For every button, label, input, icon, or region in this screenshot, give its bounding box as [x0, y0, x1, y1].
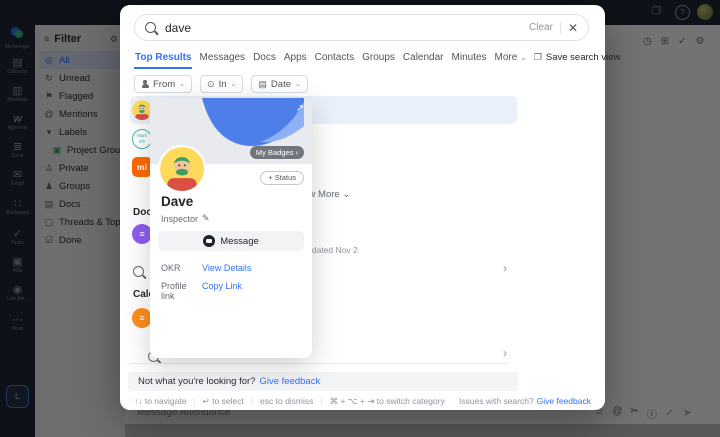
tab-top-results[interactable]: Top Results	[134, 52, 192, 69]
add-status-button[interactable]: + Status	[260, 171, 304, 185]
target-icon: ⊙	[207, 79, 215, 90]
from-filter-chip[interactable]: From ⌄	[134, 75, 192, 93]
search-icon	[145, 22, 156, 33]
tab-groups[interactable]: Groups	[361, 52, 396, 69]
calendar-icon: ▤	[258, 79, 267, 90]
chevron-right-icon[interactable]: ›	[503, 346, 507, 360]
search-input[interactable]	[163, 20, 522, 36]
hint-select: ↵ to select	[203, 396, 244, 407]
profile-job-title: Inspector ✎	[161, 213, 210, 224]
chevron-down-icon: ⌄	[520, 53, 527, 62]
app-icon-mi[interactable]: mi	[132, 157, 152, 177]
hint-switch-category: ⌘ + ⌥ + ⇥ to switch category	[330, 396, 445, 407]
edit-icon[interactable]: ✎	[202, 213, 210, 224]
divider	[130, 363, 508, 364]
app-screen: Messenger ▤ Calendar ▥ Meetings w Approv…	[0, 0, 720, 437]
tab-calendar[interactable]: Calendar	[402, 52, 445, 69]
view-details-link[interactable]: View Details	[202, 263, 251, 273]
keyboard-hints: ↑↓ to navigate | ↵ to select | esc to di…	[134, 394, 591, 408]
chevron-down-icon: ⌄	[231, 80, 237, 88]
profile-avatar[interactable]	[160, 147, 204, 191]
chat-bubble-icon	[203, 235, 215, 247]
save-icon: ❐	[534, 52, 542, 63]
see-more-docs-row[interactable]	[133, 266, 144, 277]
contact-avatar-dave[interactable]	[132, 100, 152, 120]
chevron-right-icon[interactable]: ›	[503, 261, 507, 275]
search-bar[interactable]: Clear ✕	[134, 14, 589, 41]
feedback-bar: Not what you're looking for? Give feedba…	[128, 372, 518, 391]
clear-button[interactable]: Clear	[529, 22, 553, 33]
profile-name: Dave	[161, 194, 193, 209]
tab-contacts[interactable]: Contacts	[314, 52, 355, 69]
search-tabs: Top Results Messages Docs Apps Contacts …	[134, 45, 591, 69]
chevron-down-icon: ⌄	[295, 80, 301, 88]
okr-row: OKR View Details	[161, 263, 251, 273]
date-filter-chip[interactable]: ▤ Date ⌄	[251, 75, 307, 93]
chevron-down-icon: ⌄	[179, 80, 185, 88]
doc-result-icon[interactable]: ≡	[132, 224, 152, 244]
tab-docs[interactable]: Docs	[252, 52, 277, 69]
copy-link-button[interactable]: Copy Link	[202, 281, 242, 301]
person-icon	[141, 80, 149, 88]
event-result-icon[interactable]: ≡	[132, 308, 152, 328]
hint-dismiss: esc to dismiss	[260, 396, 313, 406]
profile-link-row: Profile link Copy Link	[161, 281, 242, 301]
share-icon[interactable]: ↗	[296, 103, 304, 114]
hint-navigate: ↑↓ to navigate	[134, 396, 186, 406]
close-icon[interactable]: ✕	[568, 21, 578, 35]
tab-messages[interactable]: Messages	[198, 52, 246, 69]
issues-text: Issues with search?	[459, 396, 534, 406]
profile-card: ↗ My Badges › + Status Dave Inspector ✎ …	[150, 98, 312, 358]
my-badges-button[interactable]: My Badges ›	[250, 146, 304, 159]
save-search-view-button[interactable]: ❐ Save search view	[534, 52, 621, 69]
give-feedback-link[interactable]: Give feedback	[259, 376, 320, 387]
search-filter-chips: From ⌄ ⊙ In ⌄ ▤ Date ⌄	[134, 75, 308, 93]
group-avatar-badge[interactable]: Mark 4th	[132, 129, 152, 149]
tab-more[interactable]: More ⌄	[494, 52, 528, 69]
tab-apps[interactable]: Apps	[283, 52, 308, 69]
issues-feedback-link[interactable]: Give feedback	[537, 396, 591, 406]
message-button[interactable]: Message	[158, 231, 304, 251]
tab-minutes[interactable]: Minutes	[451, 52, 488, 69]
separator	[560, 22, 561, 34]
in-filter-chip[interactable]: ⊙ In ⌄	[200, 75, 243, 93]
